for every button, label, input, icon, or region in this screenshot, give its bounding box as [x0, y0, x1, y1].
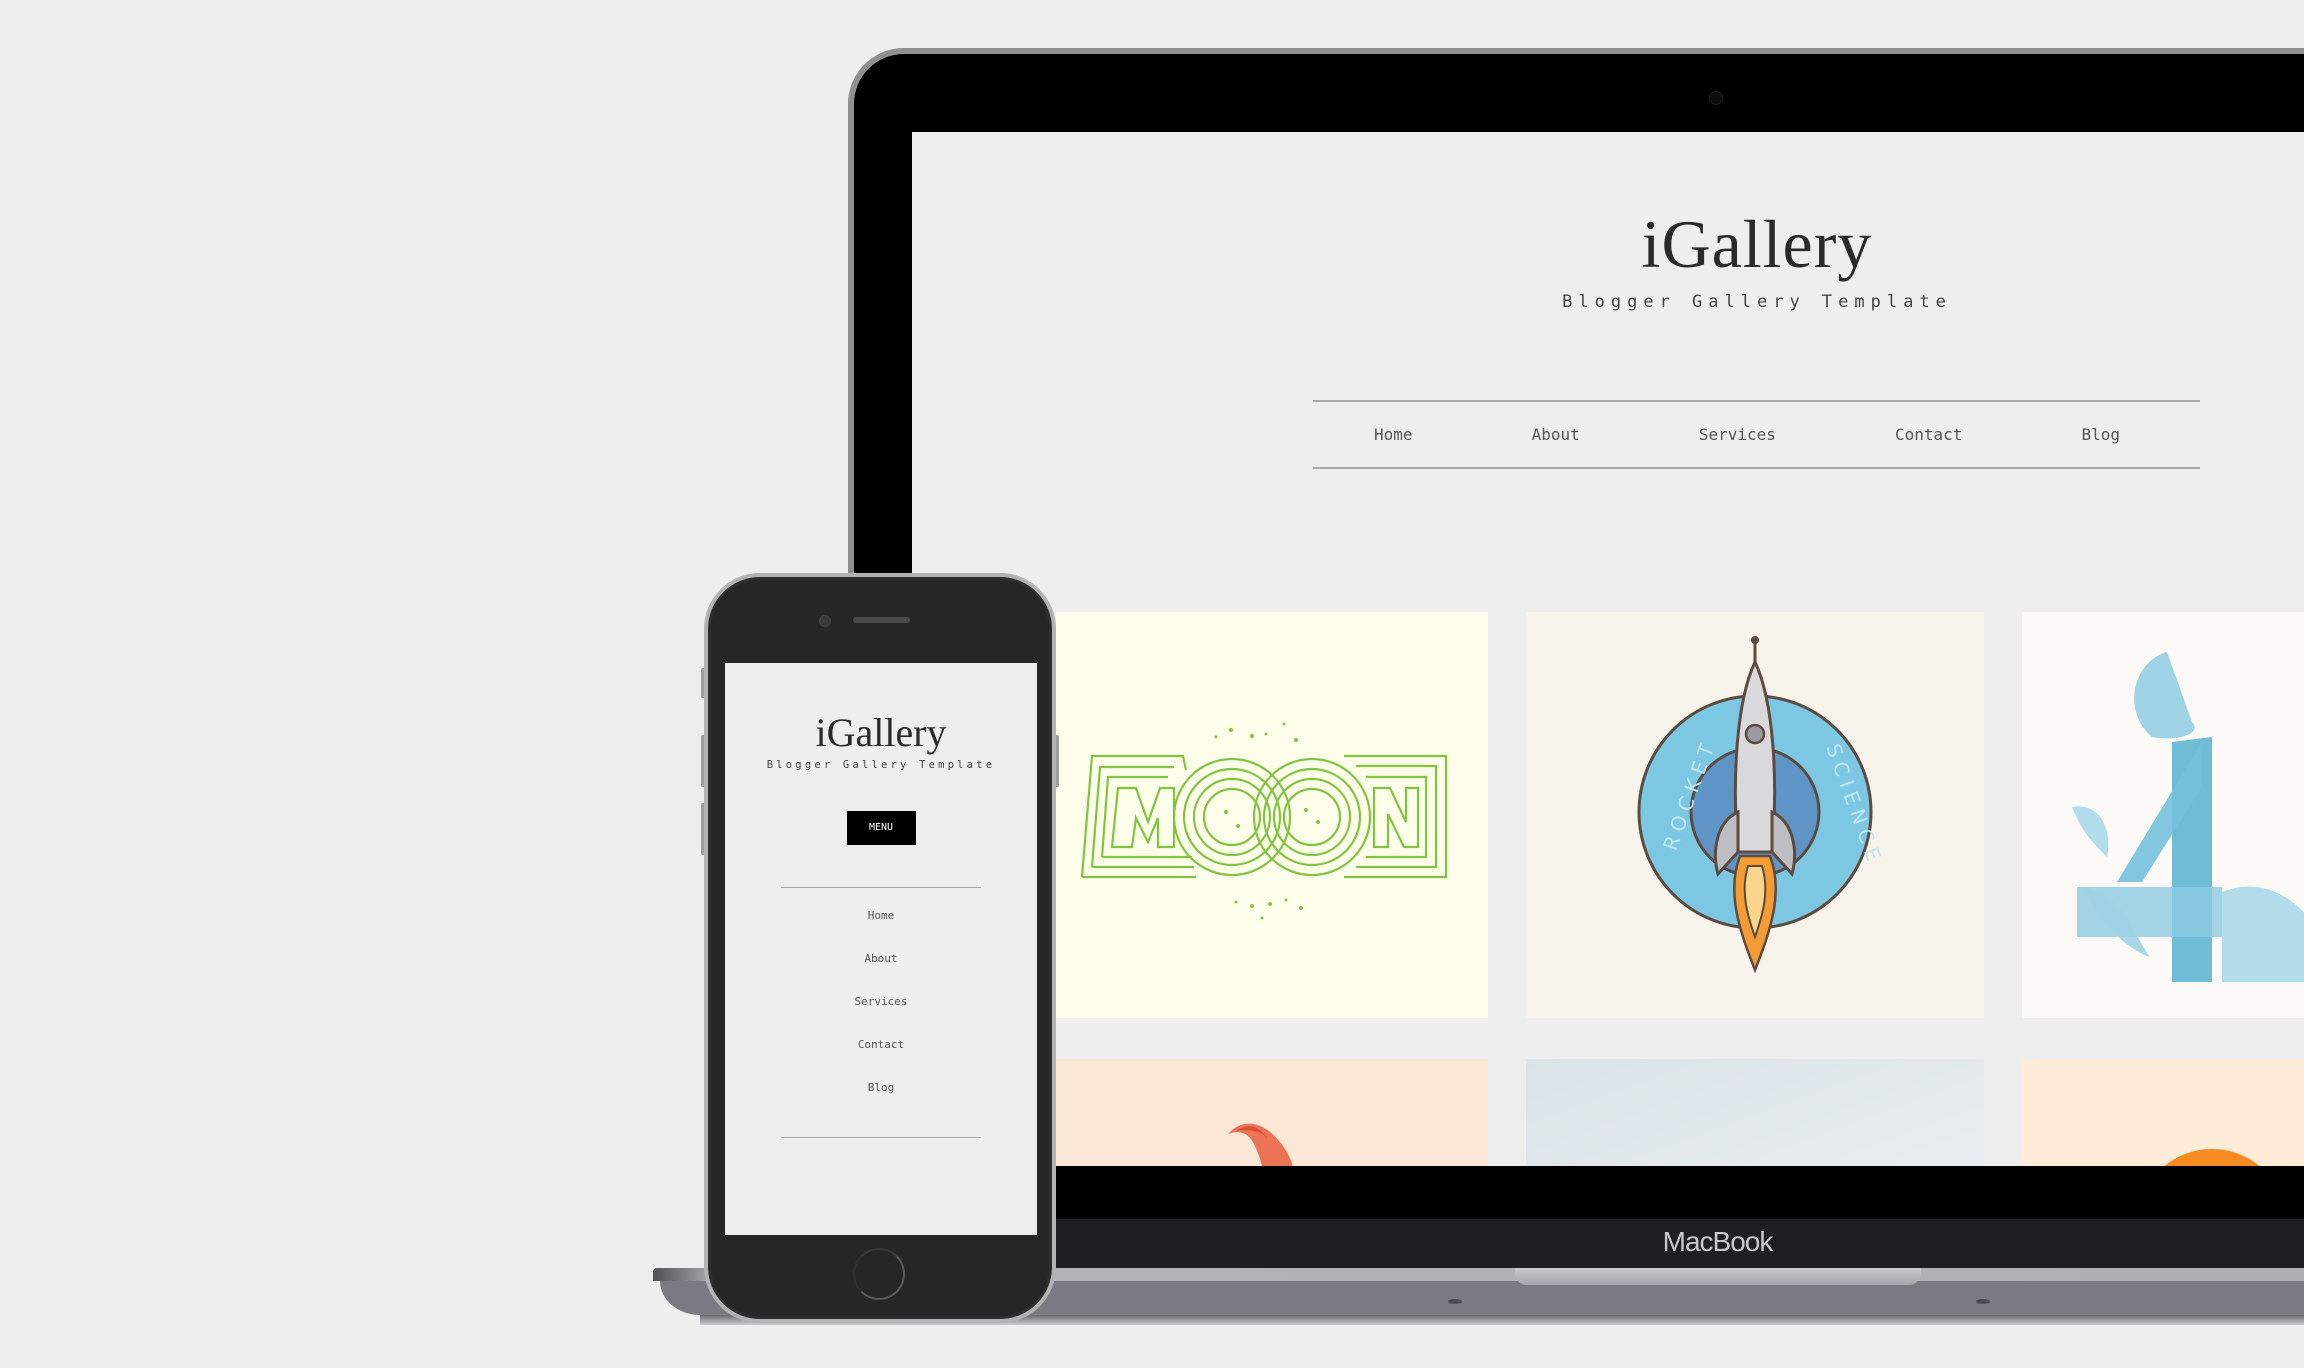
- orange-sun-illustration: [2164, 1149, 2260, 1166]
- mobile-nav-services[interactable]: Services: [781, 994, 981, 1037]
- laptop-camera-icon: [1709, 91, 1723, 105]
- laptop-bezel-bottom: [912, 1166, 2304, 1219]
- orange-flame-illustration: [1228, 1123, 1293, 1166]
- gallery-tile-orange-flame[interactable]: [1056, 1059, 1488, 1166]
- mobile-site-subtitle: Blogger Gallery Template: [766, 759, 996, 771]
- laptop-foot: [1448, 1299, 1462, 1304]
- laptop-hinge: [854, 1219, 2304, 1268]
- desktop-nav: Home About Services Contact Blog: [1313, 400, 2200, 469]
- phone-home-button: [853, 1248, 905, 1300]
- phone-camera-icon: [819, 615, 831, 627]
- desktop-nav-contact[interactable]: Contact: [1895, 425, 1962, 444]
- phone-speaker: [853, 617, 910, 623]
- desktop-nav-home[interactable]: Home: [1374, 425, 1413, 444]
- mobile-nav-blog[interactable]: Blog: [781, 1080, 981, 1123]
- gallery-tile-orange-sun[interactable]: [2022, 1059, 2304, 1166]
- laptop-brand-label: MacBook: [1662, 1226, 1774, 1257]
- laptop-screen: iGallery Blogger Gallery Template Home A…: [912, 132, 2304, 1166]
- phone-screen: iGallery Blogger Gallery Template MENU H…: [725, 663, 1037, 1235]
- desktop-nav-services[interactable]: Services: [1699, 425, 1776, 444]
- desktop-nav-about[interactable]: About: [1532, 425, 1580, 444]
- mobile-nav-contact[interactable]: Contact: [781, 1037, 981, 1080]
- desktop-nav-blog[interactable]: Blog: [2081, 425, 2120, 444]
- rocket-science-illustration: ROCKET SCIENCE: [1637, 636, 1888, 974]
- laptop-opening-notch: [1515, 1268, 1921, 1285]
- mobile-nav-home[interactable]: Home: [781, 908, 981, 951]
- mobile-site-title[interactable]: iGallery: [725, 713, 1037, 753]
- desktop-site-title[interactable]: iGallery: [912, 210, 2304, 278]
- gallery-tile-blue-four[interactable]: [2022, 612, 2304, 1018]
- moon-illustration: [1080, 722, 1448, 920]
- mobile-menu-button[interactable]: MENU: [846, 811, 916, 845]
- gallery-tile-rocket-science[interactable]: ROCKET SCIENCE: [1526, 612, 1984, 1018]
- blue-four-illustration: [2072, 652, 2304, 982]
- gallery-tile-moon[interactable]: [1056, 612, 1488, 1018]
- gallery-tile-blue-gray[interactable]: [1526, 1059, 1984, 1166]
- mobile-nav-about[interactable]: About: [781, 951, 981, 994]
- desktop-site-header: iGallery Blogger Gallery Template: [912, 210, 2304, 312]
- mobile-nav: Home About Services Contact Blog: [781, 887, 981, 1138]
- desktop-site-subtitle: Blogger Gallery Template: [1562, 292, 1952, 312]
- laptop-foot: [1976, 1299, 1990, 1304]
